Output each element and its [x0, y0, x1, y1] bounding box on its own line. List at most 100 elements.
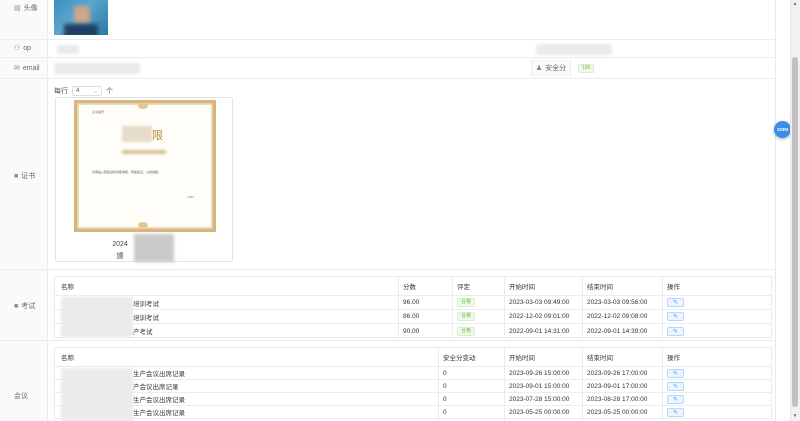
op-extra-redacted	[536, 44, 612, 55]
op-value-redacted	[57, 45, 79, 54]
exam-col-end: 结束时间	[587, 284, 613, 291]
email-row: ✉ email ♟ 安全分 100	[0, 58, 776, 79]
meeting-col-name: 名称	[61, 355, 74, 362]
exam-name: 产考试	[133, 329, 153, 336]
avatar-label: 头像	[23, 5, 38, 12]
person-icon: ♟	[535, 64, 543, 72]
exam-table: 名称 分数 评定 开始时间 结束时间 操作 培训考试 96.00 合格 2023…	[54, 276, 772, 338]
meeting-col-action: 操作	[667, 355, 680, 362]
email-label: email	[22, 65, 40, 72]
meeting-label-cell: 会议	[0, 341, 48, 421]
exam-col-action: 操作	[667, 284, 680, 291]
scrollbar-thumb[interactable]	[792, 57, 798, 407]
memory-float-button[interactable]: 103M	[774, 121, 791, 138]
per-row-select[interactable]: 4 ⌄	[72, 86, 102, 96]
meeting-name: 生产会议出席记录	[133, 397, 185, 404]
edit-icon: ✎	[672, 300, 679, 306]
meeting-change: 0	[443, 395, 447, 403]
meeting-start: 2023-09-26 15:00:00	[509, 369, 570, 377]
avatar[interactable]	[54, 0, 108, 35]
op-label-cell: ⚇ op	[0, 40, 48, 57]
exam-edit-button[interactable]: ✎	[667, 324, 684, 338]
meeting-end: 2023-09-01 17:00:00	[587, 382, 648, 390]
table-row: 培训考试 96.00 合格 2023-03-03 09:49:00 2023-0…	[55, 296, 771, 310]
edit-icon: ✎	[672, 396, 679, 403]
exam-start: 2023-03-03 09:49:00	[509, 299, 570, 306]
meeting-edit-button[interactable]: ✎	[667, 367, 684, 379]
meeting-table-header: 名称 安全分变动 开始时间 结束时间 操作	[55, 348, 771, 367]
meeting-col-start: 开始时间	[509, 355, 535, 362]
certificate-body: 普通是公民建设和训练考核，特发此证，以资鼓励。	[92, 170, 162, 174]
exam-label-cell: ■ 考试	[0, 270, 48, 340]
exam-rating: 合格	[457, 310, 476, 323]
exam-col-start: 开始时间	[509, 284, 535, 291]
meeting-col-change: 安全分变动	[443, 355, 476, 362]
meeting-change: 0	[443, 369, 447, 377]
certificate-row: ■ 证书 每行 4 ⌄ 个 证书编号： 限 普通是公民建设和训练考核，特发此证，…	[0, 79, 776, 270]
meeting-edit-button[interactable]: ✎	[667, 380, 684, 392]
exam-start: 2022-09-01 14:31:00	[509, 327, 570, 335]
op-row: ⚇ op	[0, 40, 776, 58]
meeting-start: 2023-07-28 15:00:00	[509, 395, 570, 403]
exam-end: 2022-09-01 14:39:00	[587, 327, 648, 335]
meeting-edit-button[interactable]: ✎	[667, 406, 684, 418]
meeting-edit-button[interactable]: ✎	[667, 393, 684, 405]
meeting-start: 2023-05-25 00:00:00	[509, 408, 570, 416]
user-icon: ⚇	[14, 45, 21, 52]
meeting-change: 0	[443, 382, 447, 390]
meeting-label: 会议	[14, 393, 28, 400]
exam-score: 90.00	[403, 327, 420, 335]
image-icon: ▤	[14, 4, 21, 12]
profile-page: ▤ 头像 ⚇ op ✉ email ♟ 安全分 100 ■ 证书 每行 4 ⌄ …	[0, 0, 800, 421]
certificate-label-cell: ■ 证书	[0, 79, 48, 269]
avatar-label-cell: ▤ 头像	[0, 0, 48, 39]
per-row-value: 4	[76, 88, 80, 94]
exam-col-score: 分数	[403, 284, 416, 291]
meeting-end: 2023-09-26 17:00:00	[587, 369, 648, 377]
meeting-name: 生产会议出席记录	[133, 410, 185, 417]
certificate-image[interactable]: 证书编号： 限 普通是公民建设和训练考核，特发此证，以资鼓励。 2023	[74, 100, 216, 232]
certificate-title-redacted	[122, 126, 152, 142]
edit-icon: ✎	[672, 314, 679, 320]
mail-icon: ✉	[14, 65, 20, 72]
edit-icon: ✎	[672, 328, 679, 335]
folder-icon: ■	[14, 302, 19, 310]
security-label-cell: ♟ 安全分	[531, 59, 571, 77]
edit-icon: ✎	[672, 370, 679, 377]
per-row-control: 每行 4 ⌄ 个	[54, 86, 113, 96]
table-row: 生产会议出席记录 0 2023-07-28 15:00:00 2023-08-2…	[55, 393, 771, 406]
certificate-date: 2023	[187, 195, 194, 199]
certificate-title: 限	[152, 129, 164, 142]
meeting-row: 会议 名称 安全分变动 开始时间 结束时间 操作 生产会议出席记录 0 2023…	[0, 341, 776, 421]
edit-icon: ✎	[672, 383, 679, 390]
meeting-names-redacted	[61, 368, 133, 421]
scroll-down-icon[interactable]: ▼	[791, 413, 799, 419]
table-row: 生产会议出席记录 0 2023-09-26 15:00:00 2023-09-2…	[55, 367, 771, 380]
edit-icon: ✎	[672, 409, 679, 416]
meeting-name: 产会议出席记录	[133, 384, 179, 391]
exam-edit-button[interactable]: ✎	[667, 310, 684, 323]
email-value-redacted	[54, 63, 140, 74]
meeting-start: 2023-09-01 15:00:00	[509, 382, 570, 390]
exam-score: 96.00	[403, 299, 420, 306]
op-label: op	[23, 45, 32, 52]
meeting-change: 0	[443, 408, 447, 416]
exam-col-name: 名称	[61, 284, 74, 291]
exam-table-header: 名称 分数 评定 开始时间 结束时间 操作	[55, 277, 771, 296]
chevron-down-icon: ⌄	[92, 88, 98, 95]
exam-rating: 合格	[457, 296, 476, 309]
meeting-end: 2023-08-28 17:00:00	[587, 395, 648, 403]
exam-name: 培训考试	[133, 300, 159, 308]
scroll-up-icon[interactable]: ▲	[791, 1, 799, 7]
exam-rating: 合格	[457, 324, 476, 338]
meeting-end: 2023-05-25 00:00:00	[587, 408, 648, 416]
certificate-subtitle-redacted	[122, 150, 166, 154]
table-row: 产会议出席记录 0 2023-09-01 15:00:00 2023-09-01…	[55, 380, 771, 393]
certificate-caption-redacted	[134, 234, 174, 262]
certificate-card[interactable]: 证书编号： 限 普通是公民建设和训练考核，特发此证，以资鼓励。 2023 202…	[55, 97, 233, 262]
security-label: 安全分	[545, 65, 567, 72]
exam-edit-button[interactable]: ✎	[667, 296, 684, 309]
descriptions-panel: ▤ 头像 ⚇ op ✉ email ♟ 安全分 100 ■ 证书 每行 4 ⌄ …	[0, 0, 776, 421]
folder-icon: ■	[14, 172, 19, 180]
meeting-table: 名称 安全分变动 开始时间 结束时间 操作 生产会议出席记录 0 2023-09…	[54, 347, 772, 421]
